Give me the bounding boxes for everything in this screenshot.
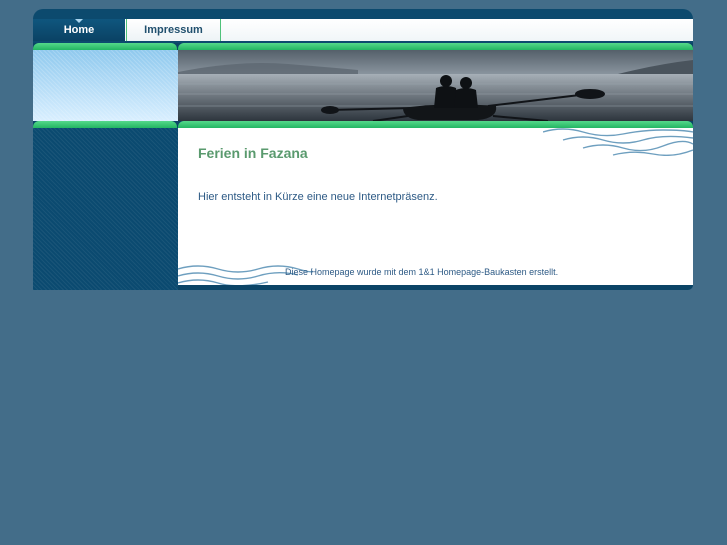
active-marker-icon xyxy=(75,19,83,23)
sidebar xyxy=(33,128,178,290)
tab-impressum[interactable]: Impressum xyxy=(126,19,221,41)
content-bottom-border xyxy=(178,285,693,290)
green-rail xyxy=(178,43,693,50)
tab-impressum-label: Impressum xyxy=(144,24,203,36)
page-text: Hier entsteht in Kürze eine neue Interne… xyxy=(198,191,438,203)
main-content: Ferien in Fazana Hier entsteht in Kürze … xyxy=(178,128,693,285)
green-rail xyxy=(33,43,177,50)
header-sky-panel xyxy=(33,50,178,121)
header-photo-boat xyxy=(178,50,693,121)
footer-text: Diese Homepage wurde mit dem 1&1 Homepag… xyxy=(285,267,559,277)
green-rail xyxy=(178,121,693,128)
page-frame: Home Impressum Ferien in Fazana Hier ent… xyxy=(33,9,693,290)
green-rail xyxy=(33,121,177,128)
wave-decoration-icon xyxy=(543,128,693,156)
tab-home[interactable]: Home xyxy=(33,19,125,41)
page-title: Ferien in Fazana xyxy=(198,145,308,161)
tab-home-label: Home xyxy=(63,24,95,36)
